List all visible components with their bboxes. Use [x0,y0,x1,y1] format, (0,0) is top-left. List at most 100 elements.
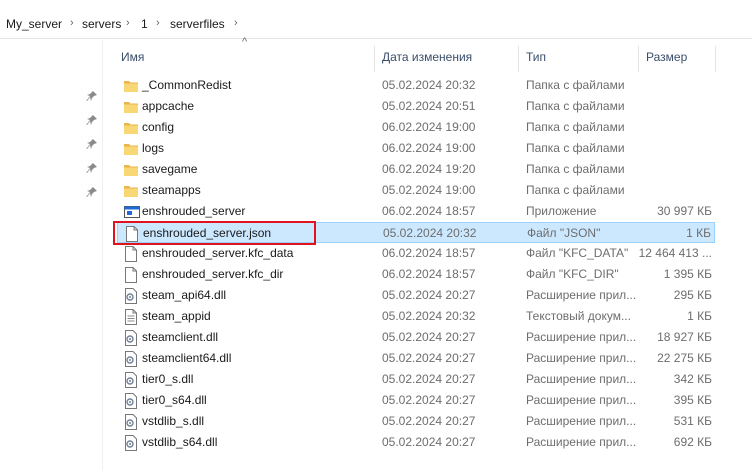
column-divider[interactable] [518,46,519,72]
file-name: logs [142,141,165,155]
file-name: steam_appid [142,309,211,323]
folder-icon [124,78,138,94]
file-date: 05.02.2024 20:27 [382,435,476,449]
file-row[interactable]: steamclient64.dll 05.02.2024 20:27 Расшире… [117,348,715,369]
file-row[interactable]: enshrouded_server 06.02.2024 18:57 Приложе… [117,201,715,222]
column-date[interactable]: Дата изменения [382,50,472,64]
file-row[interactable]: steamclient.dll 05.02.2024 20:27 Расширени… [117,327,715,348]
file-size: 395 КБ [673,393,712,407]
file-date: 05.02.2024 20:32 [382,309,476,323]
file-size: 531 КБ [673,414,712,428]
breadcrumb-item-my-server[interactable]: My_server [6,17,62,31]
file-row[interactable]: enshrouded_server.kfc_data 06.02.2024 18:… [117,243,715,264]
annotation-highlight [113,221,316,245]
column-divider[interactable] [638,46,639,72]
column-size[interactable]: Размер [646,50,687,64]
text-file-icon [124,309,138,325]
file-name: steamclient.dll [142,330,219,344]
chevron-right-icon[interactable]: › [234,17,238,29]
file-size: 342 КБ [673,372,712,386]
pin-icon[interactable] [86,186,98,198]
file-size: 22 275 КБ [657,351,712,365]
file-date: 05.02.2024 20:27 [382,351,476,365]
file-row[interactable]: steam_api64.dll 05.02.2024 20:27 Расширени… [117,285,715,306]
dll-icon [124,330,138,346]
pin-icon[interactable] [86,114,98,126]
file-date: 05.02.2024 20:27 [382,372,476,386]
file-date: 05.02.2024 20:27 [382,414,476,428]
pin-icon[interactable] [86,162,98,174]
file-size: 12 464 413 ... [638,246,712,260]
file-size: 18 927 КБ [657,330,712,344]
sort-ascending-icon: ^ [242,36,248,48]
file-row[interactable]: vstdlib_s64.dll 05.02.2024 20:27 Расширени… [117,432,715,453]
file-row[interactable]: tier0_s.dll 05.02.2024 20:27 Расширение пр… [117,369,715,390]
file-size: 30 997 КБ [657,204,712,218]
chevron-right-icon[interactable]: › [70,17,74,29]
file-name: enshrouded_server [142,204,246,218]
file-date: 05.02.2024 20:27 [382,393,476,407]
file-name: vstdlib_s.dll [142,414,205,428]
folder-icon [124,120,138,136]
breadcrumb-item-serverfiles[interactable]: serverfiles [170,17,225,31]
file-name: steamclient64.dll [142,351,232,365]
file-icon [124,267,138,283]
column-type[interactable]: Тип [526,50,546,64]
file-date: 05.02.2024 20:27 [382,288,476,302]
file-type: Папка с файлами [526,78,625,92]
file-row[interactable]: vstdlib_s.dll 05.02.2024 20:27 Расширение … [117,411,715,432]
dll-icon [124,351,138,367]
pin-icon[interactable] [86,90,98,102]
file-name: tier0_s64.dll [142,393,207,407]
chevron-right-icon[interactable]: › [156,17,160,29]
navigation-pane [0,40,103,470]
file-date: 06.02.2024 19:00 [382,141,476,155]
dll-icon [124,372,138,388]
file-date: 06.02.2024 18:57 [382,267,476,281]
file-row[interactable]: steam_appid 05.02.2024 20:32 Текстовый док… [117,306,715,327]
folder-row[interactable]: savegame 06.02.2024 19:20 Папка с файлами [117,159,715,180]
file-type: Расширение прил... [526,351,637,365]
column-header: ^ Имя Дата изменения Тип Размер [103,36,755,72]
breadcrumb-item-servers[interactable]: servers [82,17,121,31]
file-name: steam_api64.dll [142,288,227,302]
folder-row[interactable]: _CommonRedist 05.02.2024 20:32 Папка с фай… [117,75,715,96]
file-name: _CommonRedist [142,78,232,92]
column-name[interactable]: Имя [121,50,144,64]
file-row[interactable]: enshrouded_server.kfc_dir 06.02.2024 18:5… [117,264,715,285]
file-icon [124,246,138,262]
file-name: config [142,120,175,134]
file-type: Текстовый докум... [526,309,631,323]
column-divider[interactable] [374,46,375,72]
file-date: 06.02.2024 19:20 [382,162,476,176]
folder-row[interactable]: steamapps 05.02.2024 19:00 Папка с файлами [117,180,715,201]
chevron-right-icon[interactable]: › [126,17,130,29]
file-type: Файл "JSON" [527,226,601,240]
file-type: Папка с файлами [526,141,625,155]
folder-row[interactable]: config 06.02.2024 19:00 Папка с файлами [117,117,715,138]
file-type: Папка с файлами [526,99,625,113]
file-name: enshrouded_server.kfc_dir [142,267,284,281]
file-type: Расширение прил... [526,288,637,302]
folder-row[interactable]: logs 06.02.2024 19:00 Папка с файлами [117,138,715,159]
file-row[interactable]: tier0_s64.dll 05.02.2024 20:27 Расширение … [117,390,715,411]
file-type: Расширение прил... [526,414,637,428]
file-name: steamapps [142,183,201,197]
file-date: 06.02.2024 19:00 [382,120,476,134]
column-divider[interactable] [715,46,716,72]
file-size: 692 КБ [673,435,712,449]
folder-icon [124,99,138,115]
file-type: Расширение прил... [526,393,637,407]
file-type: Расширение прил... [526,372,637,386]
folder-row[interactable]: appcache 05.02.2024 20:51 Папка с файлами [117,96,715,117]
dll-icon [124,435,138,451]
file-size: 1 395 КБ [663,267,712,281]
file-date: 05.02.2024 20:51 [382,99,476,113]
file-type: Расширение прил... [526,330,637,344]
breadcrumb-item-1[interactable]: 1 [141,17,148,31]
file-size: 1 КБ [687,309,712,323]
pin-icon[interactable] [86,138,98,150]
file-type: Файл "KFC_DATA" [526,246,629,260]
file-name: savegame [142,162,198,176]
file-date: 05.02.2024 19:00 [382,183,476,197]
